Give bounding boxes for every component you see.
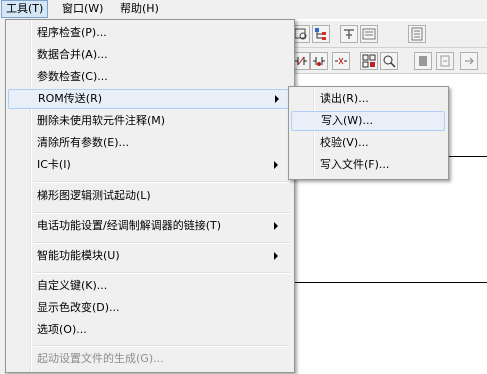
menu-item-intelligent-module[interactable]: 智能功能模块(U) [8,246,290,266]
zoom-icon[interactable] [380,52,398,70]
compare-icon[interactable] [408,25,426,43]
submenu-item-read[interactable]: 读出(R)... [291,89,444,109]
edit-icon[interactable] [332,52,350,70]
menu-bar: 工具(T) 窗口(W) 帮助(H) [0,0,487,20]
step-icon-2[interactable] [436,52,454,70]
submenu-arrow-icon [274,252,278,260]
step-icon[interactable] [414,52,432,70]
menu-item-parameter-check[interactable]: 参数检查(C)... [8,67,290,87]
submenu-arrow-icon [274,222,278,230]
coil-icon[interactable] [310,52,328,70]
menu-separator [34,345,290,347]
tools-menu: 程序检查(P)... 数据合并(A)... 参数检查(C)... ROM传送(R… [5,19,295,373]
toolbar-row-2 [290,48,487,74]
menu-separator [34,212,290,214]
menu-item-delete-unused-comments[interactable]: 删除未使用软元件注释(M) [8,111,290,131]
submenu-item-verify[interactable]: 校验(V)... [291,133,444,153]
tree-icon[interactable] [312,25,330,43]
submenu-arrow-icon [275,95,279,103]
toolbar-row-1 [290,21,487,48]
rom-transfer-submenu: 读出(R)... 写入(W)... 校验(V)... 写入文件(F)... [288,86,449,180]
submenu-item-write-file[interactable]: 写入文件(F)... [291,155,444,175]
menu-item-options[interactable]: 选项(O)... [8,320,290,340]
menu-item-display-color[interactable]: 显示色改变(D)... [8,298,290,318]
arrow-icon[interactable] [460,52,478,70]
menu-item-customize-keys[interactable]: 自定义键(K)... [8,276,290,296]
submenu-item-write[interactable]: 写入(W)... [291,111,445,131]
ladder-rung-line-2 [290,282,487,283]
menu-item-ic-card[interactable]: IC卡(I) [8,155,290,175]
submenu-arrow-icon [274,161,278,169]
menu-item-ladder-logic-test[interactable]: 梯形图逻辑测试起动(L) [8,186,290,206]
read-icon[interactable] [360,25,378,43]
menu-item-program-check[interactable]: 程序检查(P)... [8,23,290,43]
menu-window[interactable]: 窗口(W) [58,1,107,17]
menu-item-telephone-modem[interactable]: 电话功能设置/经调制解调器的链接(T) [8,216,290,236]
write-icon[interactable] [340,25,358,43]
menu-separator [34,272,290,274]
menu-help[interactable]: 帮助(H) [116,1,163,17]
menu-separator [34,181,290,183]
menu-item-rom-transfer[interactable]: ROM传送(R) [8,89,291,109]
menu-tools[interactable]: 工具(T) [1,0,49,18]
menu-item-startup-file-generate: 起动设置文件的生成(G)... [37,352,164,365]
menu-item-data-merge[interactable]: 数据合并(A)... [8,45,290,65]
grid-icon[interactable] [360,52,378,70]
menu-item-clear-all-parameters[interactable]: 清除所有参数(E)... [8,133,290,153]
menu-separator [34,242,290,244]
